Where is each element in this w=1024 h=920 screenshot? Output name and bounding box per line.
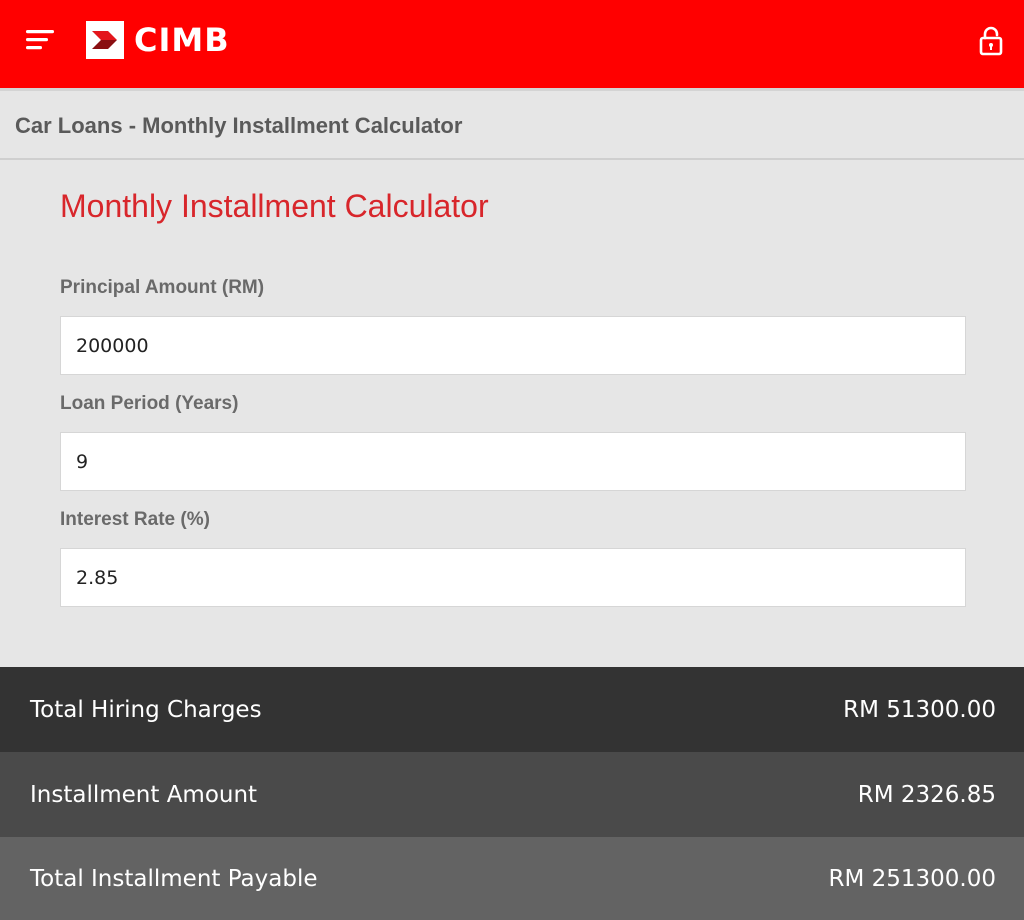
installment-amount-label: Installment Amount [30,781,258,808]
total-installment-payable-row: Total Installment Payable RM 251300.00 [0,837,1024,920]
total-installment-payable-label: Total Installment Payable [30,865,318,892]
lock-button[interactable] [978,26,1004,56]
total-installment-payable-value: RM 251300.00 [828,865,996,892]
lock-icon [979,26,1003,56]
total-hiring-charges-value: RM 51300.00 [843,696,996,723]
installment-amount-row: Installment Amount RM 2326.85 [0,752,1024,837]
hamburger-menu-icon [26,30,54,50]
interest-rate-label: Interest Rate (%) [60,509,210,530]
brand-name: CIMB [134,21,230,59]
menu-button[interactable] [22,24,58,56]
principal-amount-label: Principal Amount (RM) [60,277,265,298]
loan-period-label: Loan Period (Years) [60,393,239,414]
cimb-logo-mark-icon [86,21,124,59]
principal-amount-input[interactable] [60,316,966,375]
total-hiring-charges-label: Total Hiring Charges [30,696,262,723]
breadcrumb: Car Loans - Monthly Installment Calculat… [0,88,1024,160]
loan-period-input[interactable] [60,432,966,491]
calculator-form: Monthly Installment Calculator Principal… [0,160,1024,667]
interest-rate-input[interactable] [60,548,966,607]
total-hiring-charges-row: Total Hiring Charges RM 51300.00 [0,667,1024,752]
cimb-logo[interactable]: CIMB [86,20,230,60]
calculator-heading: Monthly Installment Calculator [60,188,489,224]
top-app-bar: CIMB [0,0,1024,88]
page-title: Car Loans - Monthly Installment Calculat… [15,113,463,138]
installment-amount-value: RM 2326.85 [857,781,996,808]
